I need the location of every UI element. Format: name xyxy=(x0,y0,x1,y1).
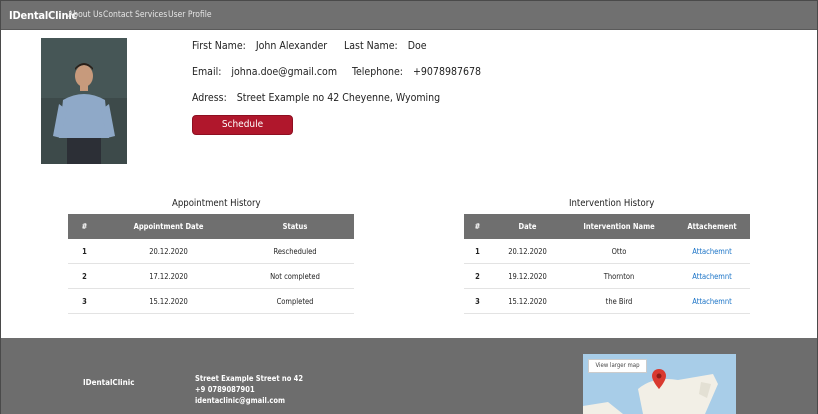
table-row: 1 20.12.2020 Otto Attachemnt xyxy=(464,239,750,264)
last-name-value: Doe xyxy=(407,40,427,52)
first-name-row: First Name: John Alexander xyxy=(192,40,327,52)
email-value: johna.doe@gmail.com xyxy=(231,66,338,78)
map-pin-icon xyxy=(652,369,666,389)
col-header-date: Date xyxy=(491,214,564,239)
col-header-intervention-name: Intervention Name xyxy=(564,214,674,239)
cell-status: Rescheduled xyxy=(236,239,354,264)
table-row: 2 17.12.2020 Not completed xyxy=(68,263,354,289)
cell-intervention-name: Otto xyxy=(564,239,674,264)
cell-number: 3 xyxy=(464,288,491,314)
address-value: Street Example no 42 Cheyenne, Wyoming xyxy=(236,92,441,104)
last-name-label: Last Name: xyxy=(344,40,398,52)
cell-number: 1 xyxy=(68,239,101,264)
col-header-number: # xyxy=(68,214,101,239)
col-header-number: # xyxy=(464,214,491,239)
profile-photo xyxy=(41,38,127,164)
email-row: Email: johna.doe@gmail.com xyxy=(192,66,337,78)
main-content: First Name: John Alexander Last Name: Doe … xyxy=(1,30,817,338)
footer-email: identaclinic@gmail.com xyxy=(195,396,286,405)
table-row: 3 15.12.2020 the Bird Attachemnt xyxy=(464,288,750,314)
attachment-link[interactable]: Attachemnt xyxy=(674,288,750,314)
nav-services[interactable]: Services xyxy=(135,10,167,20)
cell-status: Not completed xyxy=(236,263,354,289)
brand-logo[interactable]: IDentalClinic xyxy=(9,9,77,22)
last-name-row: Last Name: Doe xyxy=(344,40,427,52)
telephone-label: Telephone: xyxy=(352,66,403,78)
cell-intervention-name: the Bird xyxy=(564,288,674,314)
cell-date: 19.12.2020 xyxy=(491,263,564,289)
cell-number: 1 xyxy=(464,239,491,264)
footer-phone: +9 0789087901 xyxy=(195,385,255,394)
address-label: Adress: xyxy=(192,92,227,104)
cell-intervention-name: Thornton xyxy=(564,263,674,289)
table-row: 1 20.12.2020 Rescheduled xyxy=(68,239,354,264)
footer-contact: Street Example Street no 42 +9 078908790… xyxy=(195,373,303,406)
embedded-map[interactable]: View larger map xyxy=(583,354,736,414)
attachment-link[interactable]: Attachemnt xyxy=(674,239,750,264)
telephone-row: Telephone: +9078987678 xyxy=(352,66,481,78)
navbar: IDentalClinic About Us Contact Services … xyxy=(1,1,817,30)
attachment-link[interactable]: Attachemnt xyxy=(674,263,750,289)
nav-contact[interactable]: Contact xyxy=(103,10,133,20)
cell-date: 15.12.2020 xyxy=(101,288,236,314)
table-header-row: # Appointment Date Status xyxy=(68,214,354,239)
person-photo-icon xyxy=(41,38,127,164)
footer: IDentalClinic Street Example Street no 4… xyxy=(1,338,817,414)
footer-brand: IDentalClinic xyxy=(83,378,135,387)
cell-date: 15.12.2020 xyxy=(491,288,564,314)
cell-number: 2 xyxy=(464,263,491,289)
table-row: 2 19.12.2020 Thornton Attachemnt xyxy=(464,263,750,289)
email-label: Email: xyxy=(192,66,222,78)
telephone-value: +9078987678 xyxy=(413,66,482,78)
intervention-history-title: Intervention History xyxy=(569,198,655,209)
col-header-attachement: Attachement xyxy=(674,214,750,239)
appointment-history-table: # Appointment Date Status 1 20.12.2020 R… xyxy=(68,214,354,314)
cell-number: 2 xyxy=(68,263,101,289)
col-header-status: Status xyxy=(236,214,354,239)
appointment-history-title: Appointment History xyxy=(172,198,261,209)
address-row: Adress: Street Example no 42 Cheyenne, Wy… xyxy=(192,92,440,104)
cell-date: 17.12.2020 xyxy=(101,263,236,289)
cell-date: 20.12.2020 xyxy=(491,239,564,264)
cell-status: Completed xyxy=(236,288,354,314)
nav-about-us[interactable]: About Us xyxy=(68,10,103,20)
cell-number: 3 xyxy=(68,288,101,314)
table-row: 3 15.12.2020 Completed xyxy=(68,288,354,314)
first-name-label: First Name: xyxy=(192,40,246,52)
table-header-row: # Date Intervention Name Attachement xyxy=(464,214,750,239)
nav-user-profile[interactable]: User Profile xyxy=(168,10,212,20)
intervention-history-table: # Date Intervention Name Attachement 1 2… xyxy=(464,214,750,314)
cell-date: 20.12.2020 xyxy=(101,239,236,264)
col-header-appointment-date: Appointment Date xyxy=(101,214,236,239)
view-larger-map-button[interactable]: View larger map xyxy=(588,359,647,373)
schedule-appointment-button[interactable]: Schedule Appointment xyxy=(192,115,293,148)
footer-address: Street Example Street no 42 xyxy=(195,374,304,383)
first-name-value: John Alexander xyxy=(255,40,328,52)
